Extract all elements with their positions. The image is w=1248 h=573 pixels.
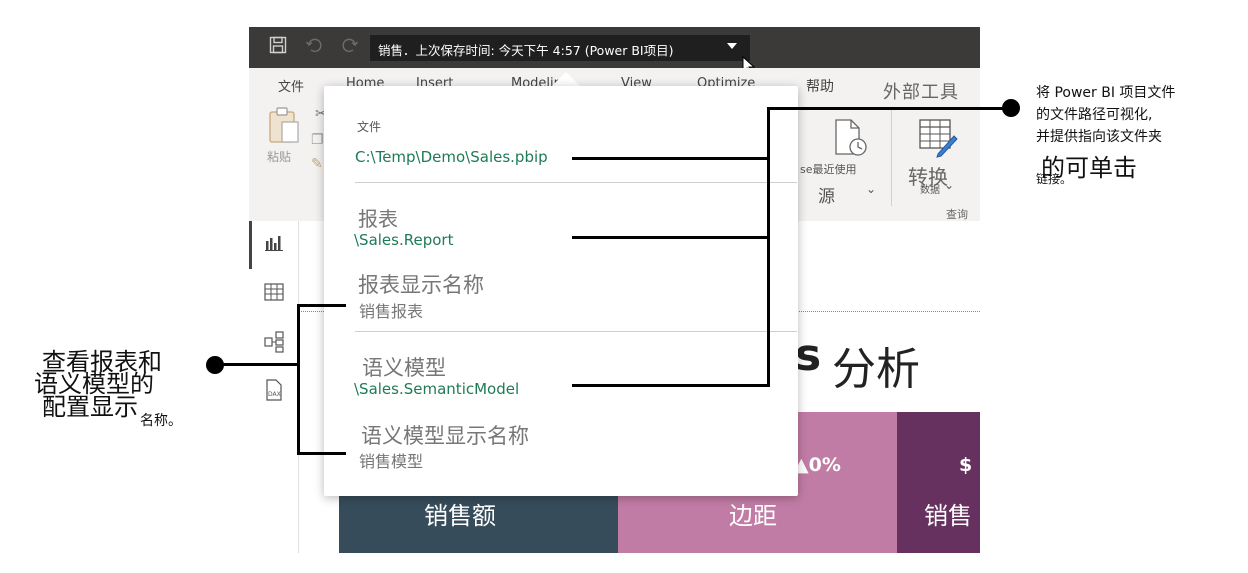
recent-sources-sub[interactable]: 源 [818,182,835,207]
flyout-notch [552,72,580,86]
model-path-link[interactable]: \Sales.SemanticModel [354,380,519,398]
title-bar: 销售．上次保存时间: 今天下午 4:57 (Power BI项目) [249,27,980,75]
queries-group-label: 查询 [946,208,968,221]
view-rail: DAX [249,221,299,553]
chevron-down-icon[interactable]: ⌄ [866,182,876,196]
report-path-link[interactable]: \Sales.Report [354,231,453,249]
file-title-dropdown[interactable]: 销售．上次保存时间: 今天下午 4:57 (Power BI项目) [370,35,750,61]
active-view-indicator [249,221,252,269]
callout-left-line3: 配置显示 [42,393,138,421]
callout-right-line1: 将 Power BI 项目文件 [1036,85,1176,101]
model-view-icon[interactable] [263,331,285,353]
callout-dot [206,356,224,374]
callout-left-line4: 名称。 [140,413,182,429]
file-caption: 文件 [357,120,382,134]
recent-sources-icon[interactable] [833,118,867,162]
callout-line [767,108,770,387]
chevron-down-icon[interactable]: ⌄ [944,178,954,192]
kpi-card-sales-2[interactable]: $ 销售 [897,412,980,553]
kpi-card-value: ▲0% [794,454,841,476]
save-icon[interactable] [269,36,287,59]
recent-sources-label[interactable]: se最近使用 [800,161,857,177]
file-path-link[interactable]: C:\Temp\Demo\Sales.pbip [355,148,548,166]
callout-line [572,157,769,160]
tab-file[interactable]: 文件 [278,76,304,95]
kpi-card-label: 销售 [924,502,972,530]
callout-line [572,236,769,239]
report-display-name: 销售报表 [359,302,424,321]
flyout-divider [355,331,797,332]
callout-line [572,384,769,387]
transform-data-sub[interactable]: 数据 [920,181,940,196]
svg-text:DAX: DAX [268,391,281,398]
callout-line [767,107,1003,110]
copy-icon[interactable]: ❐ [311,132,324,148]
paste-icon[interactable] [267,106,301,148]
callout-right-line2: 的文件路径可视化, [1036,107,1153,123]
callout-line [222,363,299,366]
redo-icon[interactable] [341,36,359,59]
callout-line [297,304,300,455]
chevron-down-icon[interactable] [727,43,737,49]
report-view-icon[interactable] [263,235,285,257]
callout-right-line5: 链接。 [1036,172,1073,186]
dax-query-view-icon[interactable]: DAX [263,379,285,401]
flyout-divider [355,182,797,183]
model-display-caption: 语义模型显示名称 [361,424,529,448]
report-heading: 分析 [832,344,920,395]
paste-label: 粘贴 [267,150,292,164]
format-painter-icon[interactable]: ✎ [311,156,323,172]
tab-external-tools[interactable]: 外部工具 [883,78,959,104]
undo-icon[interactable] [305,36,323,59]
ribbon-group-divider [891,110,892,206]
kpi-card-label: 边距 [729,502,777,530]
model-display-name: 销售模型 [359,452,424,471]
report-caption: 报表 [358,207,398,231]
transform-data-icon[interactable] [918,118,958,162]
callout-line [298,452,346,455]
report-display-caption: 报表显示名称 [358,273,484,297]
report-heading-partial: s [795,330,822,381]
callout-dot [1002,99,1020,117]
kpi-card-value: $ [959,454,973,476]
callout-line [298,304,346,307]
file-title: 销售．上次保存时间: 今天下午 4:57 (Power BI项目) [378,43,674,58]
kpi-card-label: 销售额 [424,502,496,530]
table-view-icon[interactable] [263,283,285,305]
callout-right-line3: 并提供指向该文件夹 [1036,129,1162,145]
tab-help[interactable]: 帮助 [806,76,834,96]
model-caption: 语义模型 [362,356,446,380]
